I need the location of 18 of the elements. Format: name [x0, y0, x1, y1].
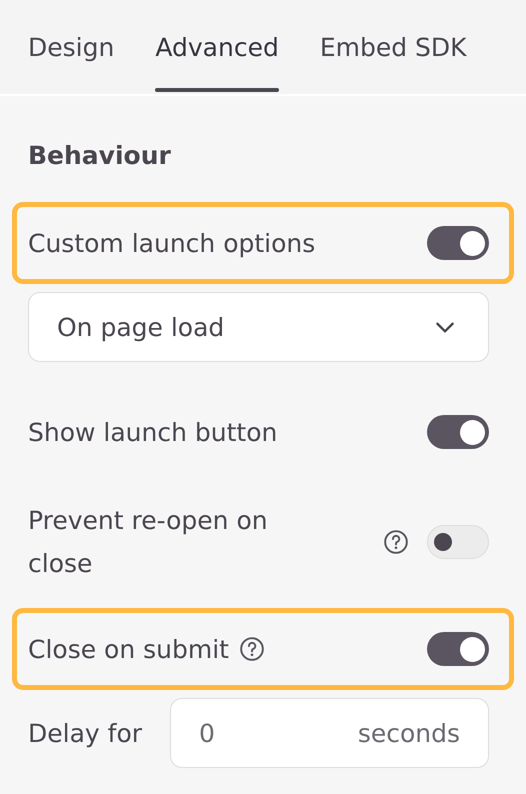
toggle-switch[interactable]	[427, 226, 489, 260]
toggle-switch[interactable]	[427, 632, 489, 666]
section-title: Behaviour	[28, 140, 172, 172]
input-field[interactable]: 0 seconds	[170, 698, 489, 768]
dropdown[interactable]: On page load	[28, 292, 489, 362]
tab[interactable]: Embed SDK	[320, 0, 467, 94]
tab[interactable]: Design	[28, 0, 114, 94]
toggle-switch[interactable]	[427, 415, 489, 449]
toggle-switch[interactable]	[427, 525, 489, 559]
setting-label: Delay for	[28, 718, 142, 750]
tab[interactable]: Advanced	[155, 0, 279, 94]
setting-label: Show launch button	[28, 416, 278, 448]
setting-label: Close on submit	[28, 634, 229, 666]
setting-label: Prevent re-open on close	[28, 505, 269, 580]
help-icon[interactable]	[238, 636, 265, 662]
help-icon[interactable]	[383, 529, 409, 555]
unit-label: seconds	[358, 718, 460, 748]
setting-label: Custom launch options	[28, 228, 316, 260]
